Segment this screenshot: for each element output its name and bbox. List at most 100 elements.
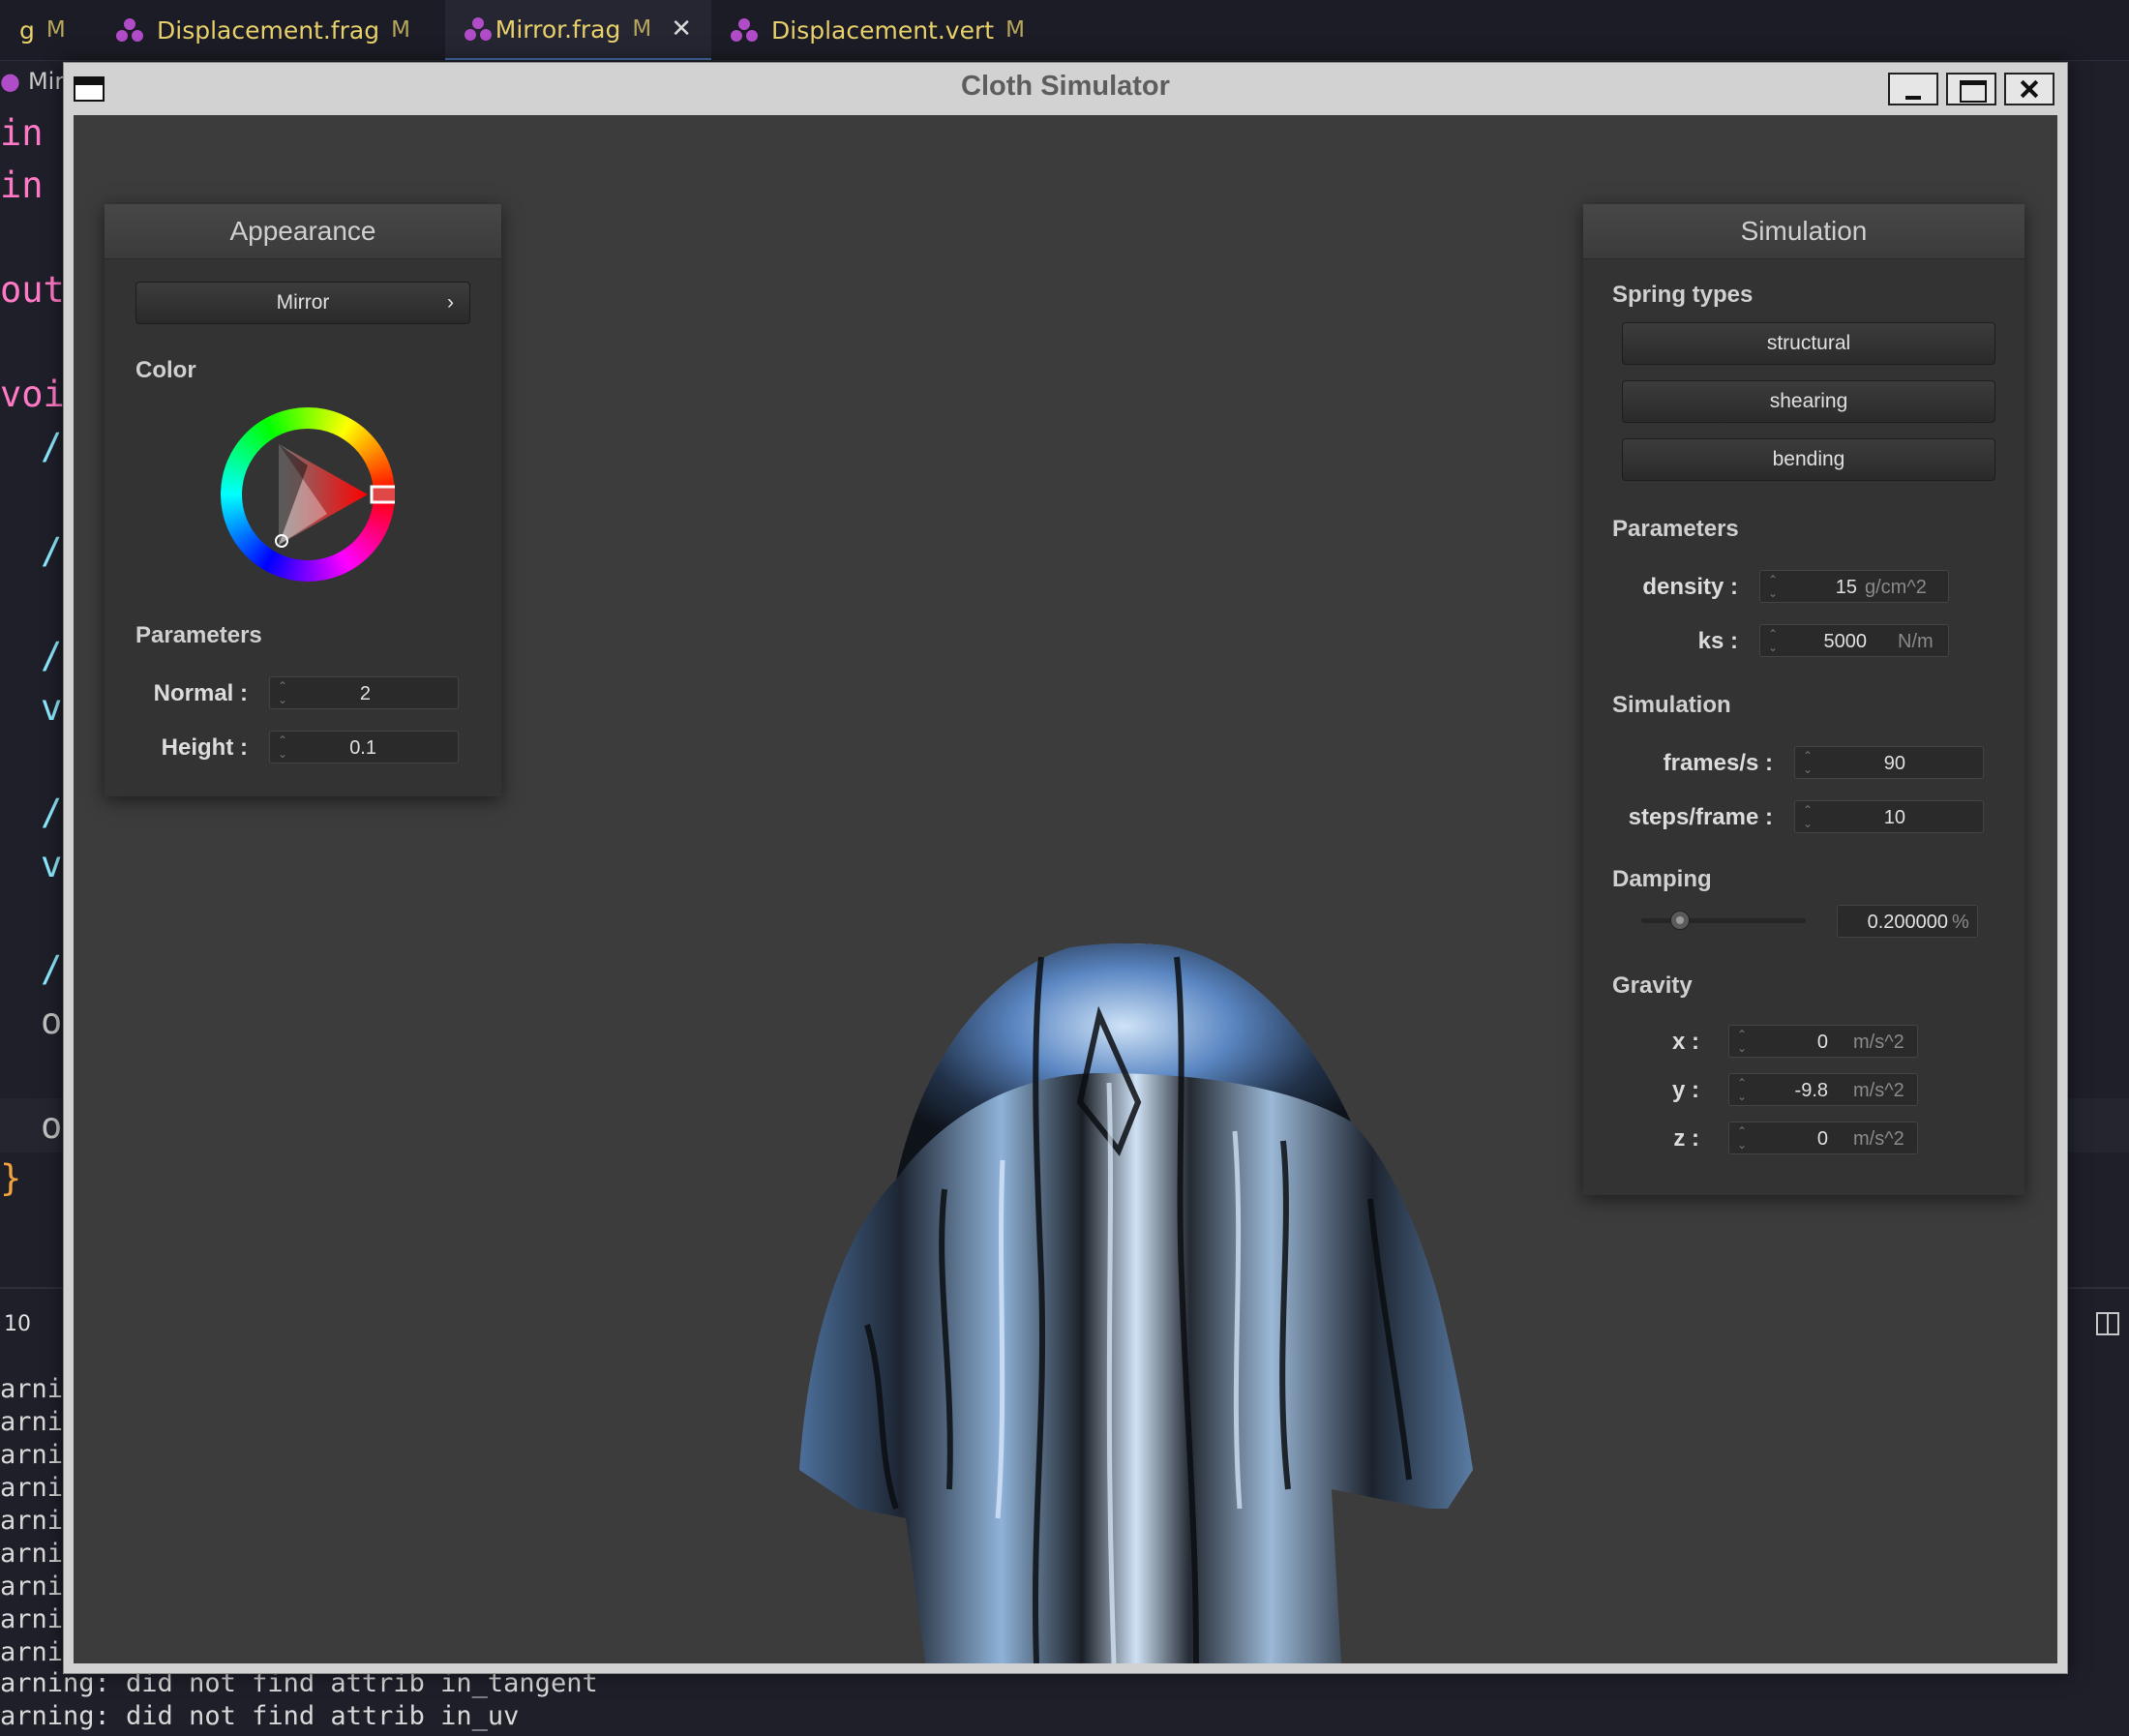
breadcrumb-label: Mir <box>27 68 65 95</box>
code-line: in <box>0 112 44 154</box>
tab-label: Displacement.vert <box>771 15 995 45</box>
color-triangle[interactable] <box>221 407 395 582</box>
tab-displacement-vert[interactable]: Displacement.vert M <box>711 0 1060 60</box>
spinner-arrows-icon[interactable]: ⌃ ⌄ <box>278 679 287 706</box>
button-label: shearing <box>1769 390 1848 412</box>
close-tab-icon[interactable]: ✕ <box>671 15 692 44</box>
terminal-line: arni <box>0 1407 64 1437</box>
code-line: o <box>41 1001 63 1042</box>
modified-badge: M <box>1005 17 1025 43</box>
gravity-z-value: 0 <box>1816 1128 1828 1150</box>
gravity-z-spinbox[interactable]: ⌃ ⌄ 0 m/s^2 <box>1728 1122 1918 1154</box>
code-line: / <box>41 792 63 833</box>
spinner-arrows-icon[interactable]: ⌃ ⌄ <box>1803 749 1813 776</box>
cloth-simulator-window: Cloth Simulator Appearance Mirror › Colo… <box>63 62 2068 1674</box>
panel-title: Simulation <box>1583 204 2024 259</box>
parameters-section-label: Parameters <box>135 622 262 648</box>
terminal-line: arni <box>0 1637 64 1667</box>
code-line: / <box>41 635 63 676</box>
damping-section-label: Damping <box>1612 866 1712 892</box>
color-wheel[interactable] <box>221 407 395 582</box>
editor-tab-bar: g M Displacement.frag M Mirror.frag M ✕ … <box>0 0 2129 61</box>
window-title-bar[interactable]: Cloth Simulator <box>64 63 2067 113</box>
terminal-tab[interactable]: 10 <box>4 1312 31 1336</box>
code-line: o <box>41 1105 63 1147</box>
gravity-x-value: 0 <box>1816 1032 1828 1053</box>
ks-value: 5000 <box>1823 631 1868 652</box>
height-spinbox[interactable]: ⌃ ⌄ 0.1 <box>269 731 459 763</box>
tab-displacement-frag[interactable]: Displacement.frag M <box>97 0 445 60</box>
steps-per-frame-spinbox[interactable]: ⌃ ⌄ 10 <box>1794 800 1984 833</box>
code-line: out <box>0 269 65 311</box>
height-value: 0.1 <box>349 737 376 759</box>
terminal-line: arning: did not find attrib in_uv <box>0 1701 520 1731</box>
code-line: / <box>41 530 63 572</box>
slider-knob[interactable] <box>1670 911 1690 930</box>
parameters-section-label: Parameters <box>1612 516 1739 542</box>
spinner-arrows-icon[interactable]: ⌃ ⌄ <box>1737 1076 1747 1103</box>
render-viewport[interactable]: Appearance Mirror › Color Parameters Nor… <box>74 115 2057 1663</box>
simulation-section-label: Simulation <box>1612 692 1731 718</box>
tab-label: g <box>19 15 35 45</box>
damping-value: 0.200000 <box>1867 912 1948 933</box>
ks-spinbox[interactable]: ⌃ ⌄ 5000 N/m <box>1759 624 1949 657</box>
density-unit: g/cm^2 <box>1865 577 1927 598</box>
maximize-button[interactable] <box>1946 73 1996 105</box>
simulation-panel: Simulation Spring types structural shear… <box>1583 204 2024 1195</box>
frames-per-second-spinbox[interactable]: ⌃ ⌄ 90 <box>1794 746 1984 779</box>
structural-button[interactable]: structural <box>1622 322 1995 365</box>
spinner-arrows-icon[interactable]: ⌃ ⌄ <box>1768 573 1778 600</box>
tab-mirror-frag[interactable]: Mirror.frag M ✕ <box>445 0 711 60</box>
damping-slider[interactable] <box>1641 911 1806 930</box>
tab-partial[interactable]: g M <box>0 0 97 60</box>
normal-spinbox[interactable]: ⌃ ⌄ 2 <box>269 676 459 709</box>
damping-unit: % <box>1952 912 1969 933</box>
damping-value-box[interactable]: 0.200000 % <box>1837 905 1978 938</box>
steps-per-frame-label: steps/frame : <box>1628 804 1773 830</box>
spring-types-label: Spring types <box>1612 282 1754 308</box>
panel-title: Appearance <box>105 204 501 259</box>
close-button[interactable] <box>2004 73 2054 105</box>
hue-marker-icon <box>370 485 395 504</box>
tab-label: Displacement.frag <box>157 15 380 45</box>
split-panel-icon[interactable] <box>2096 1312 2119 1335</box>
gravity-unit: m/s^2 <box>1853 1080 1904 1101</box>
material-dropdown[interactable]: Mirror › <box>135 282 470 324</box>
material-label: Mirror <box>276 291 330 314</box>
spinner-arrows-icon[interactable]: ⌃ ⌄ <box>1768 627 1778 654</box>
color-section-label: Color <box>135 357 196 383</box>
button-label: bending <box>1772 448 1845 470</box>
glsl-file-icon <box>465 15 492 43</box>
gravity-section-label: Gravity <box>1612 973 1693 999</box>
code-line: / <box>41 948 63 990</box>
button-label: structural <box>1766 332 1851 354</box>
density-spinbox[interactable]: ⌃ ⌄ 15 g/cm^2 <box>1759 570 1949 603</box>
gravity-x-spinbox[interactable]: ⌃ ⌄ 0 m/s^2 <box>1728 1025 1918 1058</box>
spinner-arrows-icon[interactable]: ⌃ ⌄ <box>278 733 287 761</box>
terminal-line: arni <box>0 1440 64 1470</box>
gravity-unit: m/s^2 <box>1853 1128 1904 1150</box>
gravity-z-label: z : <box>1673 1125 1699 1152</box>
density-label: density : <box>1642 574 1738 600</box>
code-line: in <box>0 165 44 206</box>
terminal-line: arni <box>0 1506 64 1536</box>
appearance-panel: Appearance Mirror › Color Parameters Nor… <box>105 204 501 796</box>
shearing-button[interactable]: shearing <box>1622 380 1995 423</box>
window-title: Cloth Simulator <box>961 71 1170 102</box>
bending-button[interactable]: bending <box>1622 438 1995 481</box>
spinner-arrows-icon[interactable]: ⌃ ⌄ <box>1803 803 1813 830</box>
spinner-arrows-icon[interactable]: ⌃ ⌄ <box>1737 1028 1747 1055</box>
breadcrumb[interactable]: ● Mir <box>0 68 64 95</box>
frames-per-second-label: frames/s : <box>1663 750 1773 776</box>
code-line: } <box>0 1157 22 1199</box>
chevron-right-icon: › <box>447 291 454 314</box>
minimize-button[interactable] <box>1888 73 1938 105</box>
gravity-y-label: y : <box>1671 1077 1699 1103</box>
normal-value: 2 <box>359 683 371 704</box>
ks-label: ks : <box>1697 628 1738 654</box>
gravity-y-spinbox[interactable]: ⌃ ⌄ -9.8 m/s^2 <box>1728 1073 1918 1106</box>
code-line: v <box>41 687 63 729</box>
terminal-line: arni <box>0 1374 64 1404</box>
code-line: / <box>41 426 63 467</box>
spinner-arrows-icon[interactable]: ⌃ ⌄ <box>1737 1124 1747 1152</box>
